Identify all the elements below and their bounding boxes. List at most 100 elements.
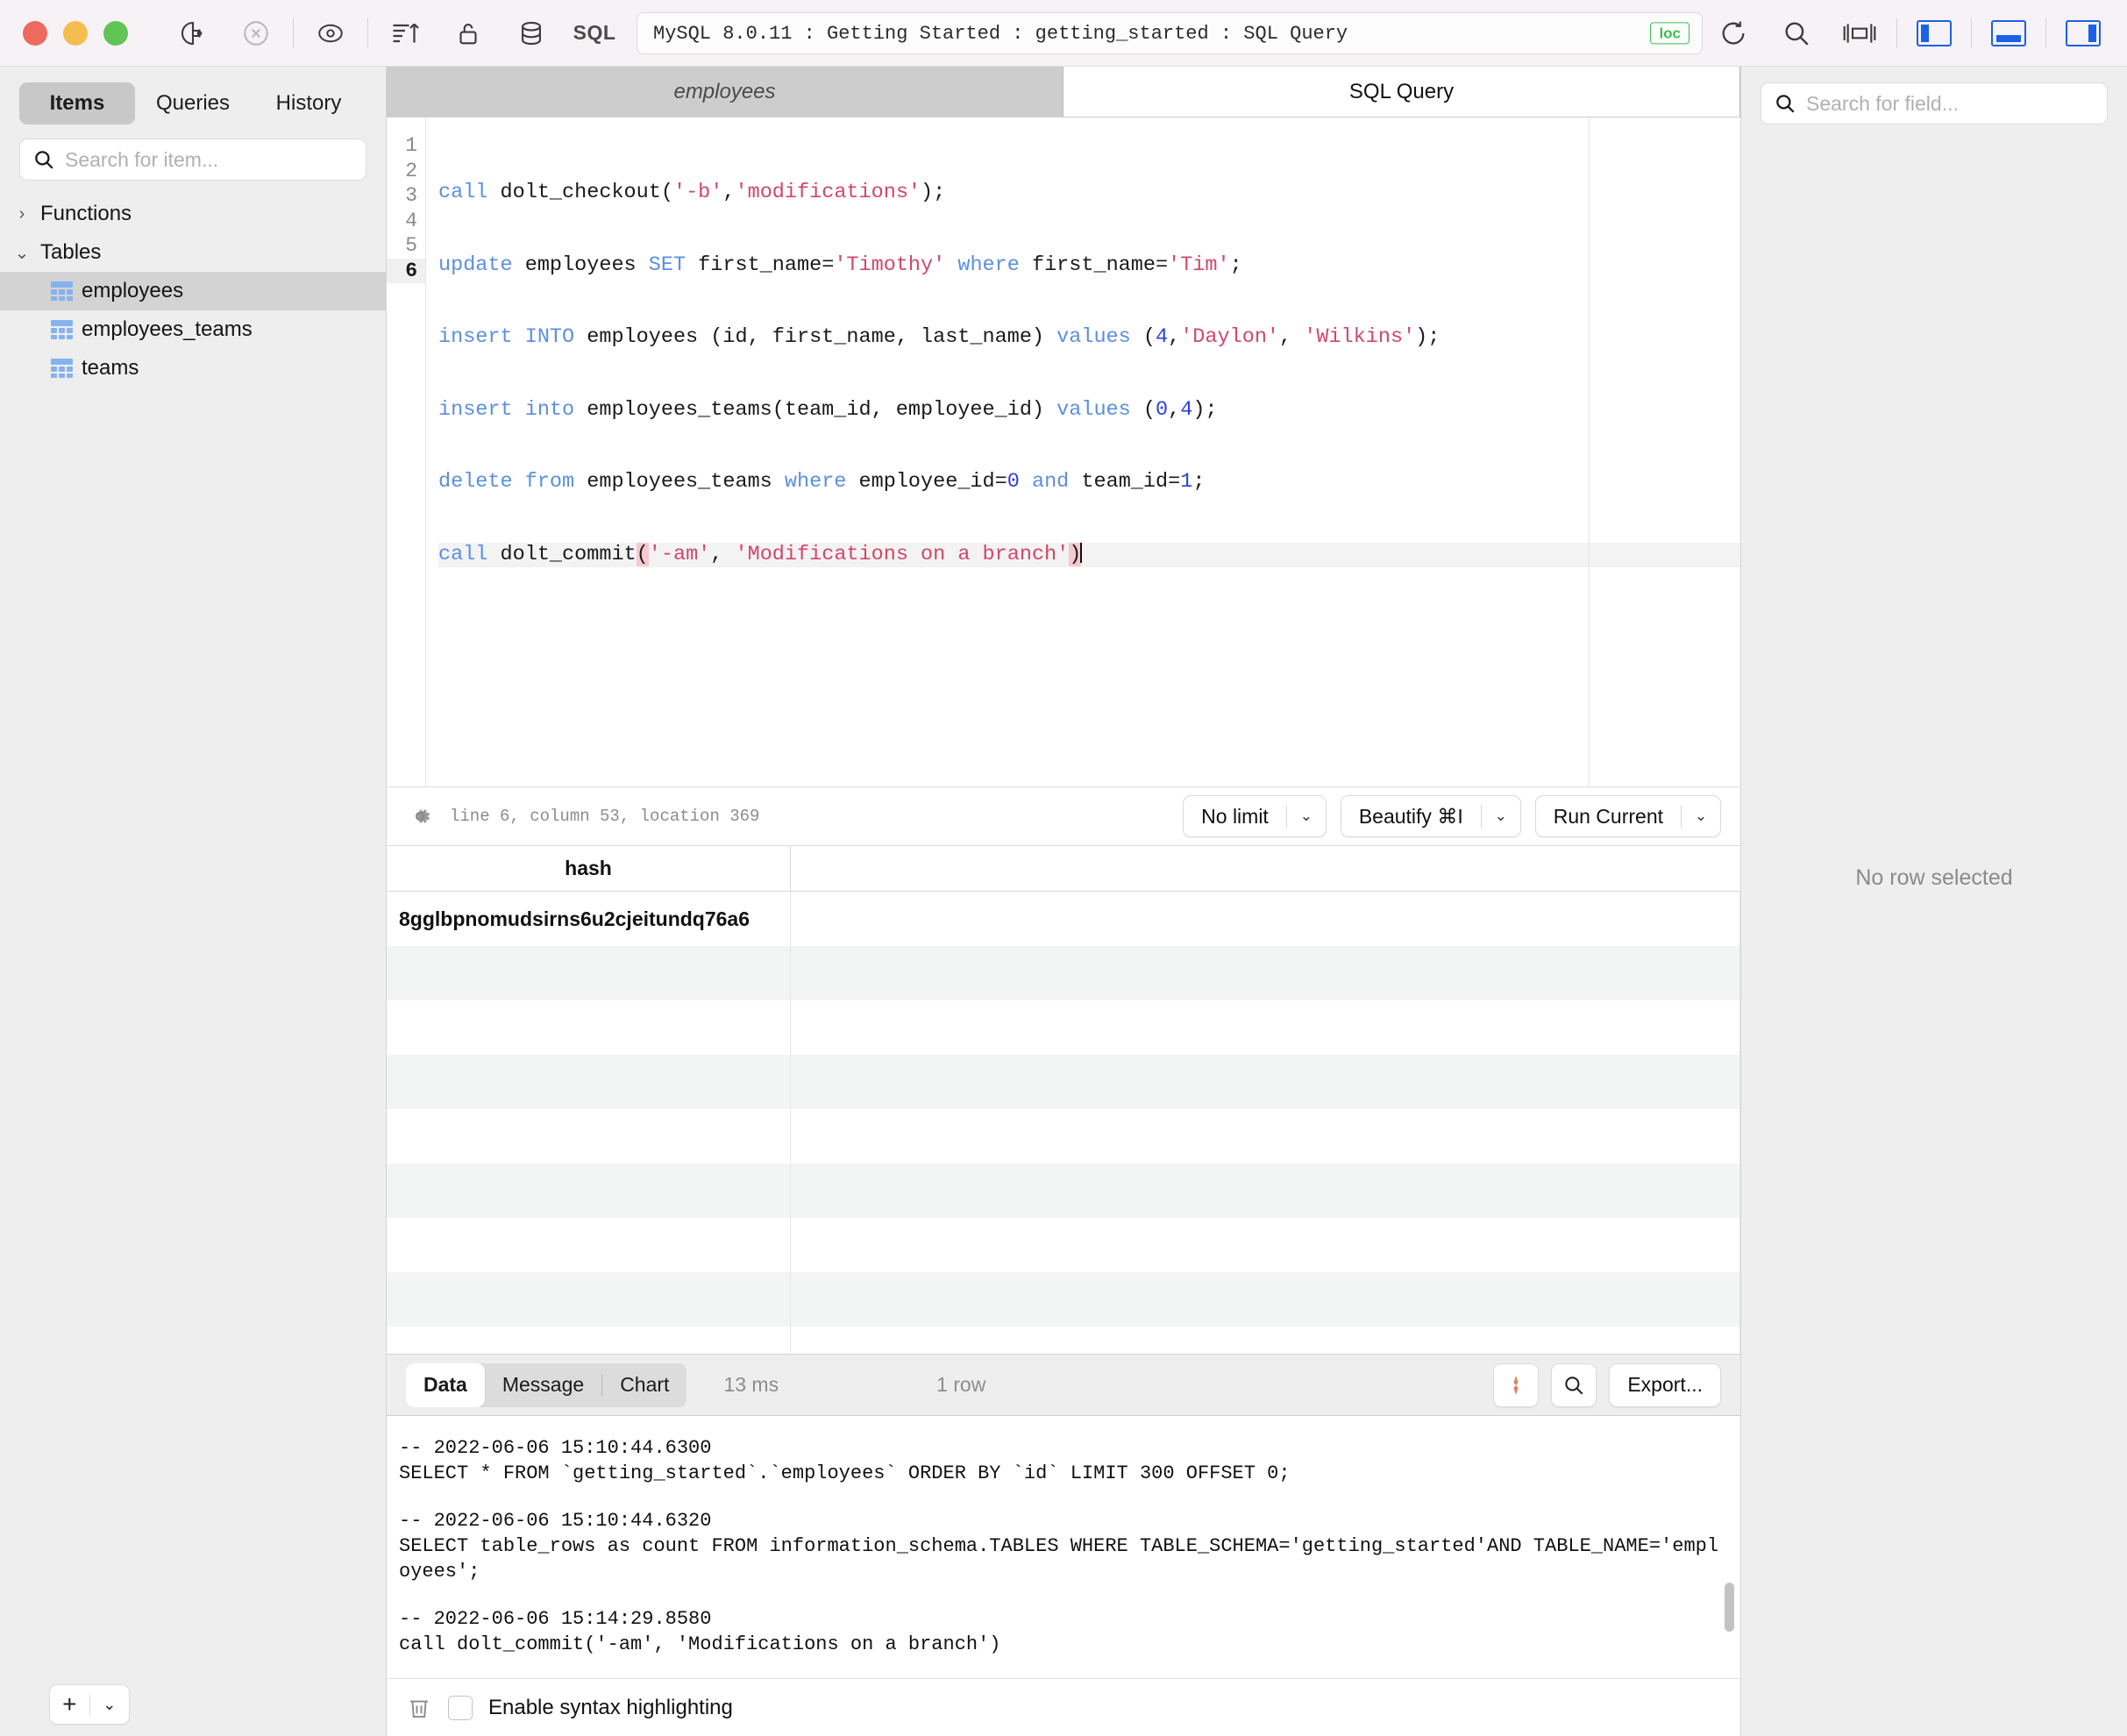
tab-history[interactable]: History: [251, 82, 366, 125]
console-entry: -- 2022-06-06 15:10:44.6300 SELECT * FRO…: [399, 1437, 1291, 1484]
table-row[interactable]: [387, 1163, 1740, 1218]
table-row[interactable]: [387, 1000, 1740, 1055]
lock-icon[interactable]: [437, 7, 500, 60]
table-icon: [51, 359, 73, 378]
tab-queries[interactable]: Queries: [135, 82, 251, 125]
toolbar-divider: [293, 18, 294, 48]
left-sidebar: Items Queries History Search for item...…: [0, 67, 387, 1736]
tab-message[interactable]: Message: [485, 1363, 601, 1407]
sort-ascending-icon[interactable]: [373, 7, 437, 60]
tab-sql-query[interactable]: SQL Query: [1064, 67, 1740, 117]
column-header-blank[interactable]: [791, 846, 1740, 891]
right-panel: Search for field... No row selected: [1740, 67, 2127, 1736]
main-body: Items Queries History Search for item...…: [0, 67, 2127, 1736]
trash-icon[interactable]: [406, 1695, 432, 1721]
table-row[interactable]: [387, 1218, 1740, 1272]
bottom-panel-icon[interactable]: [1977, 7, 2040, 60]
line-number: 3: [405, 184, 417, 207]
disconnect-icon[interactable]: [224, 7, 288, 60]
column-header-hash[interactable]: hash: [387, 846, 791, 891]
line-number-gutter: 1 2 3 4 5 6: [387, 117, 426, 786]
field-search-wrap: Search for field...: [1741, 67, 2127, 125]
toolbar-divider: [1896, 18, 1897, 48]
table-row[interactable]: [387, 1327, 1740, 1354]
chevron-down-icon: ⌄: [1494, 808, 1507, 824]
maximize-window-button[interactable]: [103, 20, 128, 46]
limit-selector[interactable]: No limit ⌄: [1183, 795, 1327, 837]
results-search-button[interactable]: [1551, 1362, 1597, 1407]
sidebar-item-employees-teams[interactable]: employees_teams: [0, 310, 386, 349]
sql-editor[interactable]: 1 2 3 4 5 6 call dolt_checkout('-b','mod…: [387, 117, 1740, 786]
table-row[interactable]: 8gglbpnomudsirns6u2cjeitundq76a6: [387, 892, 1740, 946]
field-search-input[interactable]: Search for field...: [1761, 82, 2108, 125]
table-row[interactable]: [387, 946, 1740, 1000]
syntax-highlighting-checkbox[interactable]: [448, 1695, 473, 1720]
tab-chart[interactable]: Chart: [602, 1363, 686, 1407]
table-icon: [51, 320, 73, 339]
tree-group-tables[interactable]: ⌄ Tables: [0, 233, 386, 272]
pin-icon: [1513, 1375, 1519, 1395]
code-area[interactable]: call dolt_checkout('-b','modifications')…: [426, 117, 1740, 786]
tree-group-label: Tables: [40, 240, 102, 264]
object-tree: › Functions ⌄ Tables employees employees…: [0, 189, 386, 1673]
toolbar-divider: [2045, 18, 2046, 48]
export-button[interactable]: Export...: [1609, 1362, 1721, 1407]
cell-hash[interactable]: 8gglbpnomudsirns6u2cjeitundq76a6: [387, 892, 791, 946]
left-panel-icon[interactable]: [1903, 7, 1966, 60]
search-icon[interactable]: [1765, 7, 1828, 60]
query-console[interactable]: -- 2022-06-06 15:10:44.6300 SELECT * FRO…: [387, 1415, 1740, 1678]
line-number: 5: [405, 234, 417, 257]
code-line-1: call dolt_checkout('-b','modifications')…: [438, 181, 946, 204]
sidebar-item-teams[interactable]: teams: [0, 349, 386, 388]
cell-blank[interactable]: [791, 892, 1740, 946]
tab-data[interactable]: Data: [406, 1362, 485, 1407]
run-current-button[interactable]: Run Current ⌄: [1534, 795, 1721, 837]
sidebar-item-employees[interactable]: employees: [0, 272, 386, 310]
right-panel-icon[interactable]: [2052, 7, 2115, 60]
field-search-placeholder: Search for field...: [1806, 91, 1959, 115]
database-icon[interactable]: [500, 7, 563, 60]
connection-title-field[interactable]: MySQL 8.0.11 : Getting Started : getting…: [637, 12, 1703, 54]
result-view-tabs: Data Message Chart: [406, 1362, 687, 1407]
chevron-down-icon: ⌄: [1299, 808, 1312, 824]
row-count: 1 row: [936, 1373, 986, 1396]
results-toolbar: Data Message Chart 13 ms 1 row Export...: [387, 1354, 1740, 1415]
query-duration: 13 ms: [723, 1373, 779, 1396]
sql-label[interactable]: SQL: [563, 7, 626, 60]
add-item-button[interactable]: + ⌄: [49, 1684, 130, 1725]
table-label: employees_teams: [82, 317, 253, 341]
run-label: Run Current: [1553, 804, 1663, 828]
console-scrollbar[interactable]: [1725, 1583, 1734, 1632]
console-entry: -- 2022-06-06 15:14:29.8580 call dolt_co…: [399, 1608, 1001, 1655]
code-line-2: update employees SET first_name='Timothy…: [438, 253, 1242, 277]
close-window-button[interactable]: [23, 20, 47, 46]
plug-icon[interactable]: [161, 7, 224, 60]
tab-items[interactable]: Items: [19, 82, 135, 125]
split-view-icon[interactable]: [1828, 7, 1891, 60]
beautify-button[interactable]: Beautify ⌘I ⌄: [1340, 795, 1521, 837]
item-search-input[interactable]: Search for item...: [19, 139, 366, 181]
editor-controls: No limit ⌄ Beautify ⌘I ⌄ Run Current ⌄: [1183, 795, 1721, 837]
cursor-position-status: line 6, column 53, location 369: [450, 807, 760, 826]
plus-icon: +: [62, 1690, 77, 1718]
tree-group-functions[interactable]: › Functions: [0, 195, 386, 233]
toolbar-divider: [1971, 18, 1972, 48]
gear-icon[interactable]: [406, 802, 434, 830]
loc-badge: loc: [1650, 22, 1690, 45]
editor-status-bar: line 6, column 53, location 369 No limit…: [387, 786, 1740, 846]
beautify-label: Beautify ⌘I: [1358, 804, 1463, 828]
minimize-window-button[interactable]: [63, 20, 88, 46]
table-row[interactable]: [387, 1272, 1740, 1327]
code-line-4: insert into employees_teams(team_id, emp…: [438, 397, 1218, 422]
sidebar-search-wrap: Search for item...: [0, 125, 386, 189]
refresh-icon[interactable]: [1702, 7, 1765, 60]
window-controls[interactable]: [0, 20, 128, 46]
eye-icon[interactable]: [299, 7, 362, 60]
results-grid[interactable]: hash 8gglbpnomudsirns6u2cjeitundq76a6: [387, 846, 1740, 1354]
toolbar-right-icons: [1702, 0, 2115, 67]
table-row[interactable]: [387, 1055, 1740, 1109]
table-row[interactable]: [387, 1109, 1740, 1163]
tab-employees[interactable]: employees: [387, 67, 1064, 117]
pin-button[interactable]: [1493, 1362, 1540, 1407]
line-number: 4: [405, 209, 417, 232]
